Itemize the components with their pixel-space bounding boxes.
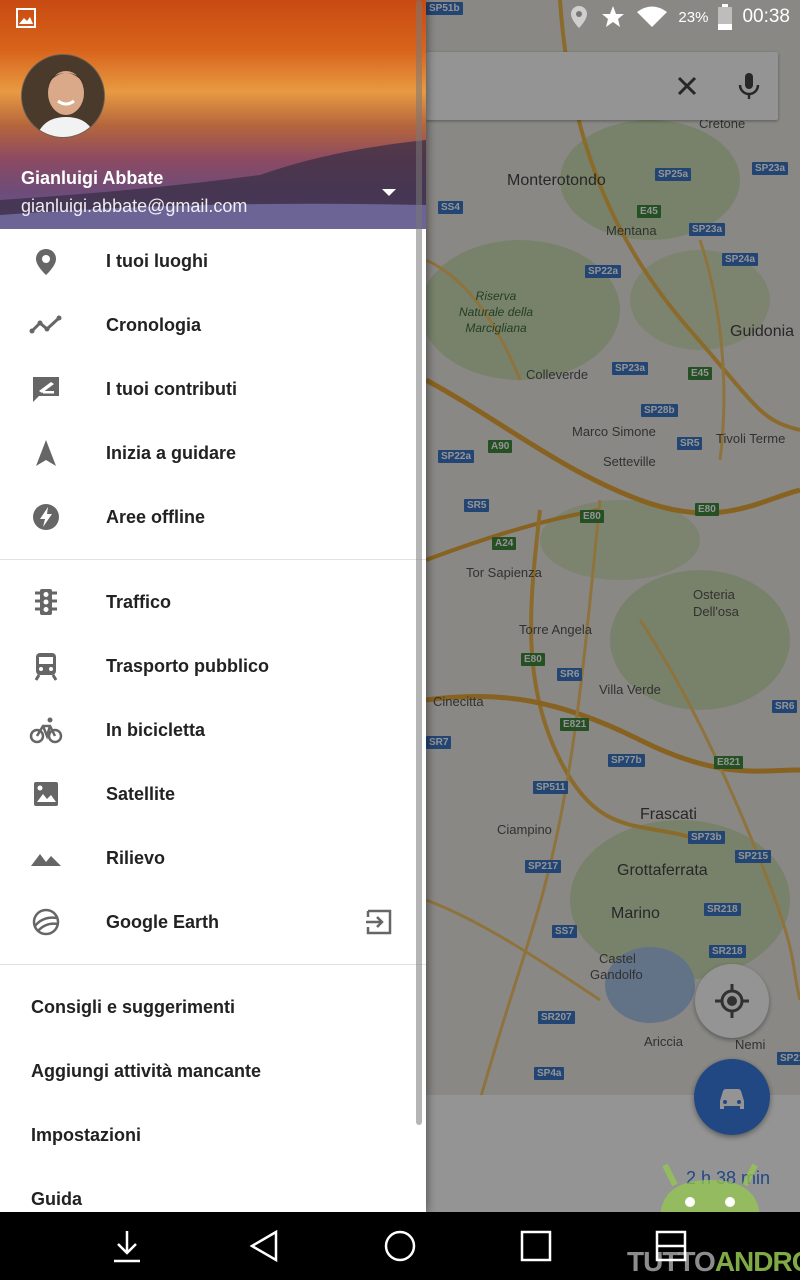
menu-item-label: In bicicletta xyxy=(106,719,206,740)
watermark: TUTTOANDROID xyxy=(627,1246,800,1277)
account-header[interactable]: Gianluigi Abbate gianluigi.abbate@gmail.… xyxy=(0,0,426,229)
menu-item-label: Trasporto pubblico xyxy=(106,655,270,676)
image-notification-icon xyxy=(16,8,36,28)
star-icon xyxy=(602,6,625,27)
satellite-image-icon xyxy=(34,782,58,806)
menu-item-biking[interactable]: In bicicletta xyxy=(0,698,426,762)
menu-divider xyxy=(0,964,426,965)
status-bar: 23% 00:38 xyxy=(0,0,800,34)
menu-item-label: Impostazioni xyxy=(31,1124,142,1145)
menu-divider xyxy=(0,559,426,560)
timeline-icon xyxy=(29,315,62,334)
menu-item-label: Guida xyxy=(31,1188,83,1209)
dropdown-arrow-icon[interactable] xyxy=(378,184,400,200)
back-icon[interactable] xyxy=(246,1228,282,1264)
download-icon[interactable] xyxy=(109,1228,145,1264)
menu-item-label: I tuoi luoghi xyxy=(106,250,208,271)
traffic-light-icon xyxy=(35,589,57,615)
menu-item-label: Consigli e suggerimenti xyxy=(31,996,236,1017)
drawer-menu: I tuoi luoghi Cronologia I tuoi contribu… xyxy=(0,229,426,1212)
account-email: gianluigi.abbate@gmail.com xyxy=(21,196,248,216)
location-status-icon xyxy=(571,6,588,28)
menu-item-start-driving[interactable]: Inizia a guidare xyxy=(0,421,426,485)
google-earth-icon xyxy=(32,908,60,936)
menu-item-satellite[interactable]: Satellite xyxy=(0,762,426,826)
rate-review-icon xyxy=(33,377,59,402)
wifi-icon xyxy=(637,6,668,27)
menu-item-label: Aggiungi attività mancante xyxy=(31,1060,262,1081)
menu-item-label: Rilievo xyxy=(106,847,166,868)
menu-item-offline-areas[interactable]: Aree offline xyxy=(0,485,426,549)
menu-item-tips[interactable]: Consigli e suggerimenti xyxy=(0,975,426,1039)
bicycle-icon xyxy=(29,717,63,744)
terrain-icon xyxy=(31,854,61,866)
menu-item-label: Traffico xyxy=(106,591,172,612)
battery-icon xyxy=(718,4,733,30)
drawer-scrollbar[interactable] xyxy=(416,0,422,1125)
menu-item-label: I tuoi contributi xyxy=(106,378,237,399)
menu-item-terrain[interactable]: Rilievo xyxy=(0,826,426,890)
menu-item-your-places[interactable]: I tuoi luoghi xyxy=(0,229,426,293)
menu-item-contributions[interactable]: I tuoi contributi xyxy=(0,357,426,421)
navigation-drawer: Gianluigi Abbate gianluigi.abbate@gmail.… xyxy=(0,0,426,1212)
recents-icon[interactable] xyxy=(518,1228,554,1264)
menu-item-label: Inizia a guidare xyxy=(106,442,237,463)
battery-percent: 23% xyxy=(678,8,709,26)
status-right: 23% 00:38 xyxy=(568,3,790,31)
menu-item-label: Cronologia xyxy=(106,314,201,335)
train-icon xyxy=(34,653,58,681)
menu-item-google-earth[interactable]: Google Earth xyxy=(0,890,426,954)
account-name: Gianluigi Abbate xyxy=(21,168,164,188)
clock: 00:38 xyxy=(742,6,790,27)
avatar-photo xyxy=(22,55,104,137)
home-icon[interactable] xyxy=(382,1228,418,1264)
menu-item-label: Satellite xyxy=(106,783,176,804)
navigation-arrow-icon xyxy=(36,440,56,466)
exit-to-app-icon xyxy=(366,909,392,935)
menu-item-settings[interactable]: Impostazioni xyxy=(0,1103,426,1167)
menu-item-help[interactable]: Guida xyxy=(0,1167,426,1212)
menu-item-transit[interactable]: Trasporto pubblico xyxy=(0,634,426,698)
menu-item-label: Aree offline xyxy=(106,506,206,527)
menu-item-add-missing-place[interactable]: Aggiungi attività mancante xyxy=(0,1039,426,1103)
place-pin-icon xyxy=(36,249,56,275)
android-mascot-logo xyxy=(660,1163,760,1220)
menu-item-timeline[interactable]: Cronologia xyxy=(0,293,426,357)
menu-item-traffic[interactable]: Traffico xyxy=(0,570,426,634)
avatar[interactable] xyxy=(21,54,105,138)
menu-item-label: Google Earth xyxy=(106,911,220,932)
offline-bolt-icon xyxy=(33,504,59,530)
